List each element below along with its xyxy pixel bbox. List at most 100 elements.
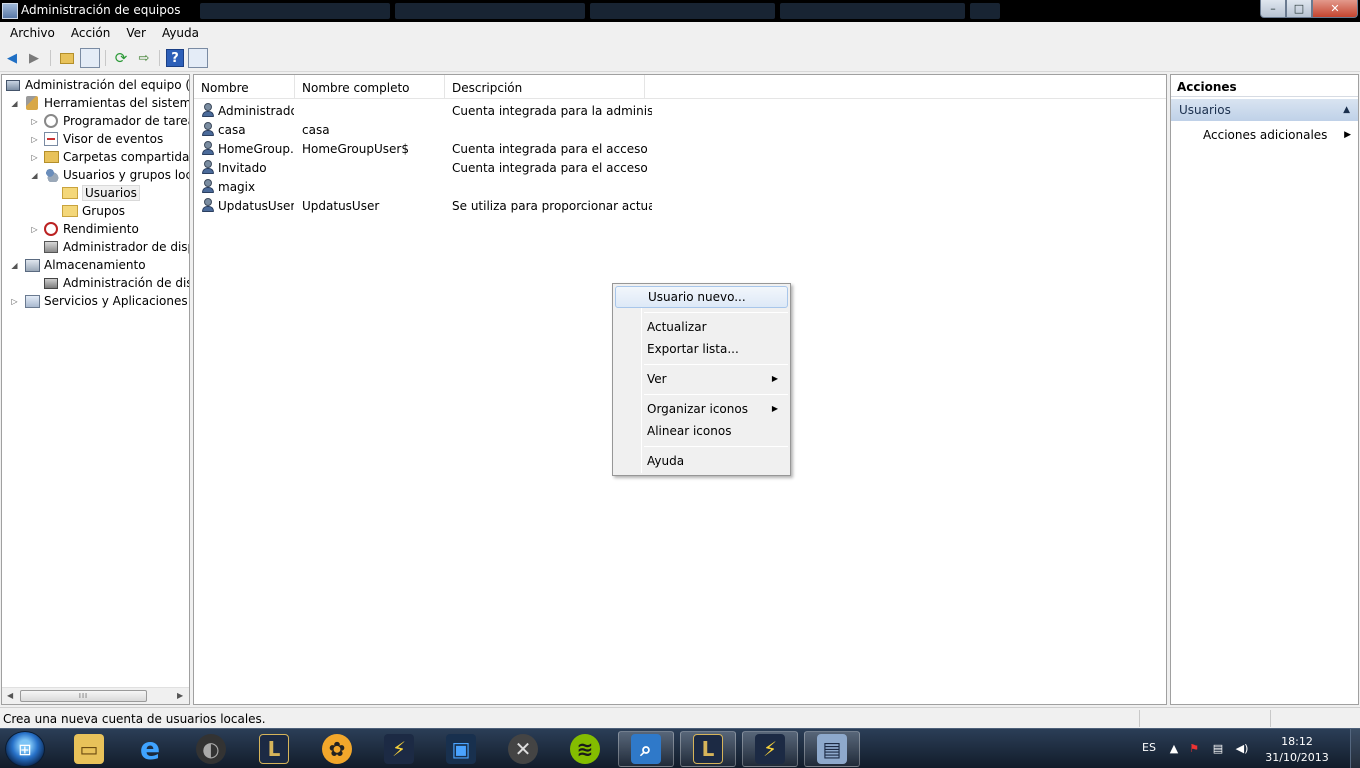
menu-accion[interactable]: Acción: [63, 26, 118, 40]
menu-item-help[interactable]: Ayuda: [615, 450, 788, 472]
close-button[interactable]: ✕: [1312, 0, 1358, 18]
table-row[interactable]: Administrador Cuenta integrada para la a…: [194, 101, 1166, 120]
tree-horizontal-scrollbar[interactable]: ◀ III ▶: [2, 687, 189, 704]
clock-time[interactable]: 18:12: [1262, 735, 1332, 748]
menu-item-new-user[interactable]: Usuario nuevo...: [615, 286, 788, 308]
league-of-legends-icon[interactable]: L: [246, 731, 302, 767]
expand-arrow-icon[interactable]: ▷: [30, 117, 39, 126]
computer-management-icon[interactable]: ▤: [804, 731, 860, 767]
show-hide-tree-icon[interactable]: [80, 48, 100, 68]
language-indicator[interactable]: ES: [1142, 741, 1156, 754]
winamp-icon[interactable]: ⚡: [371, 731, 427, 767]
collapse-arrow-icon[interactable]: ◢: [30, 171, 39, 180]
action-center-icon[interactable]: ⚑: [1187, 742, 1201, 756]
winamp-icon[interactable]: ⚡: [742, 731, 798, 767]
more-actions-link[interactable]: Acciones adicionales ▶: [1203, 125, 1353, 145]
menu-item-refresh[interactable]: Actualizar: [615, 316, 788, 338]
menu-item-arrange-icons[interactable]: Organizar iconos ▶: [615, 398, 788, 420]
maximize-button[interactable]: □: [1286, 0, 1312, 18]
users-groups-icon: [43, 167, 59, 183]
tree-label: Usuarios y grupos locales: [63, 168, 189, 182]
shared-folder-icon: [43, 149, 59, 165]
column-header-full-name[interactable]: Nombre completo: [295, 75, 445, 99]
table-row[interactable]: HomeGroup... HomeGroupUser$ Cuenta integ…: [194, 139, 1166, 158]
cell-name: magix: [218, 180, 256, 194]
search-icon[interactable]: ⌕: [618, 731, 674, 767]
spotify-icon[interactable]: ≋: [557, 731, 613, 767]
tree-item-users[interactable]: Usuarios: [62, 184, 140, 202]
tree-item-event-viewer[interactable]: Visor de eventos: [43, 130, 163, 148]
collapse-arrow-icon[interactable]: ◢: [10, 261, 19, 270]
tree-item-storage[interactable]: Almacenamiento: [24, 256, 146, 274]
internet-explorer-icon[interactable]: e: [122, 731, 178, 767]
tree-item-root[interactable]: Administración del equipo (local): [5, 76, 190, 94]
network-icon[interactable]: ▣: [433, 731, 489, 767]
user-icon: [200, 159, 216, 175]
league-of-legends-icon[interactable]: L: [680, 731, 736, 767]
storage-icon: [24, 257, 40, 273]
refresh-icon[interactable]: ⟳: [112, 49, 130, 67]
tree-item-task-scheduler[interactable]: Programador de tareas: [43, 112, 189, 130]
network-tray-icon[interactable]: ▤: [1211, 742, 1225, 756]
tree-item-services[interactable]: Servicios y Aplicaciones: [24, 292, 188, 310]
up-folder-icon[interactable]: [58, 49, 76, 67]
menu-ver[interactable]: Ver: [118, 26, 154, 40]
scroll-right-icon[interactable]: ▶: [177, 691, 183, 700]
show-action-pane-icon[interactable]: [188, 48, 208, 68]
collapse-up-icon[interactable]: ▲: [1343, 99, 1350, 121]
show-desktop-button[interactable]: [1350, 729, 1360, 768]
back-arrow-icon[interactable]: ◀: [3, 49, 21, 67]
actions-section-users[interactable]: Usuarios ▲: [1171, 99, 1358, 121]
start-button[interactable]: ⊞: [5, 731, 45, 767]
help-icon[interactable]: ?: [166, 49, 184, 67]
forward-arrow-icon[interactable]: ▶: [25, 49, 43, 67]
expand-arrow-icon[interactable]: ▷: [30, 135, 39, 144]
column-header-description[interactable]: Descripción: [445, 75, 645, 99]
tree-item-local-users[interactable]: Usuarios y grupos locales: [43, 166, 189, 184]
scroll-left-icon[interactable]: ◀: [7, 691, 13, 700]
tree-label: Administración del equipo (local): [25, 78, 190, 92]
menu-ayuda[interactable]: Ayuda: [154, 26, 207, 40]
expand-arrow-icon[interactable]: ▷: [10, 297, 19, 306]
media-player-icon[interactable]: ◐: [183, 731, 239, 767]
show-hidden-icons-icon[interactable]: ▲: [1167, 742, 1181, 756]
tree-item-device-manager[interactable]: Administrador de dispositivos: [43, 238, 189, 256]
fl-studio-icon[interactable]: ✿: [309, 731, 365, 767]
clock-date[interactable]: 31/10/2013: [1262, 751, 1332, 764]
expand-arrow-icon[interactable]: ▷: [30, 153, 39, 162]
game-tool-icon[interactable]: ✕: [495, 731, 551, 767]
cell-name: Invitado: [218, 161, 267, 175]
table-row[interactable]: Invitado Cuenta integrada para el acceso…: [194, 158, 1166, 177]
expand-arrow-icon[interactable]: ▷: [30, 225, 39, 234]
submenu-arrow-icon: ▶: [771, 374, 778, 383]
menu-separator: [644, 394, 788, 395]
file-explorer-icon[interactable]: ▭: [61, 731, 117, 767]
scrollbar-thumb[interactable]: III: [20, 690, 147, 702]
collapse-arrow-icon[interactable]: ◢: [10, 99, 19, 108]
menu-separator: [644, 446, 788, 447]
menu-item-view[interactable]: Ver ▶: [615, 368, 788, 390]
user-icon: [200, 140, 216, 156]
actions-pane: Acciones Usuarios ▲ Acciones adicionales…: [1170, 74, 1359, 705]
tree-item-performance[interactable]: Rendimiento: [43, 220, 139, 238]
tree-label: Usuarios: [82, 185, 140, 201]
volume-icon[interactable]: ◀): [1235, 742, 1249, 756]
tree-item-disk-management[interactable]: Administración de discos: [43, 274, 189, 292]
table-row[interactable]: casa casa: [194, 120, 1166, 139]
menu-item-align-icons[interactable]: Alinear iconos: [615, 420, 788, 442]
menu-item-export-list[interactable]: Exportar lista...: [615, 338, 788, 360]
table-row[interactable]: magix: [194, 177, 1166, 196]
performance-icon: [43, 221, 59, 237]
event-log-icon: [43, 131, 59, 147]
cell-name: HomeGroup...: [218, 142, 294, 156]
table-row[interactable]: UpdatusUser UpdatusUser Se utiliza para …: [194, 196, 1166, 215]
tree-item-system-tools[interactable]: Herramientas del sistema: [24, 94, 189, 112]
tree-item-shared-folders[interactable]: Carpetas compartidas: [43, 148, 189, 166]
menu-archivo[interactable]: Archivo: [2, 26, 63, 40]
export-list-icon[interactable]: ⇨: [135, 49, 153, 67]
minimize-button[interactable]: –: [1260, 0, 1286, 18]
tree-item-groups[interactable]: Grupos: [62, 202, 125, 220]
toolbar-separator: [50, 50, 51, 66]
column-header-name[interactable]: Nombre: [194, 75, 295, 99]
submenu-arrow-icon: ▶: [771, 404, 778, 413]
